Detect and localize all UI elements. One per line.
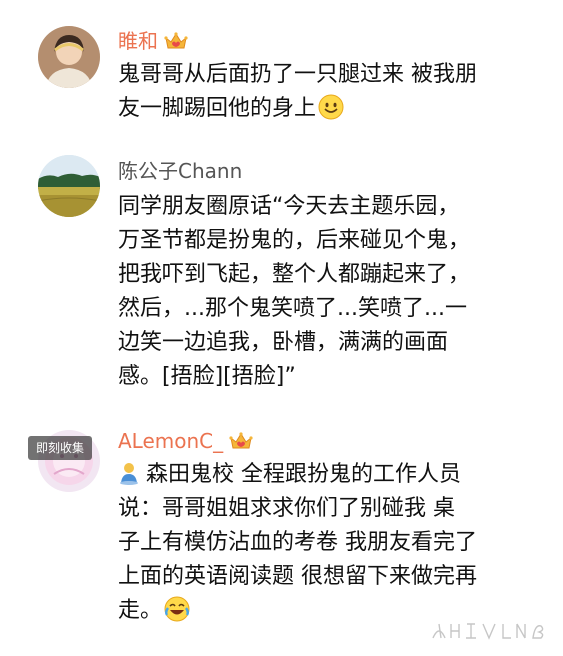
- comment-item: 睢和 鬼哥哥从后面扔了一只腿过来 被我朋 友一脚踢回他的身上: [0, 0, 563, 140]
- comment-line-text: 走。: [118, 598, 163, 623]
- comment-header: ALemonC_: [118, 426, 253, 456]
- comment-line: 说：哥哥姐姐求求你们了别碰我 桌: [118, 496, 455, 521]
- collect-badge[interactable]: 即刻收集: [28, 436, 92, 460]
- comment-header: 陈公子Chann: [118, 156, 242, 186]
- comment-line: 同学朋友圈原话“今天去主题乐园，: [118, 194, 460, 219]
- comment-line-text: 友一脚踢回他的身上: [118, 96, 317, 121]
- comment-header: 睢和: [118, 26, 188, 56]
- comment-item: 陈公子Chann 同学朋友圈原话“今天去主题乐园， 万圣节都是扮鬼的，后来碰见个…: [0, 140, 563, 420]
- avatar-image: [38, 155, 100, 217]
- comment-line-with-icon: 森田鬼校 全程跟扮鬼的工作人员: [118, 458, 510, 492]
- comment-line: 把我吓到飞起，整个人都蹦起来了，: [118, 262, 471, 287]
- comment-text: 鬼哥哥从后面扔了一只腿过来 被我朋 友一脚踢回他的身上: [118, 58, 510, 126]
- comment-text: 同学朋友圈原话“今天去主题乐园， 万圣节都是扮鬼的，后来碰见个鬼， 把我吓到飞起…: [118, 190, 510, 394]
- comment-line-text: 森田鬼校 全程跟扮鬼的工作人员: [146, 462, 461, 487]
- watermark-logo: [429, 618, 549, 644]
- comment-text: 森田鬼校 全程跟扮鬼的工作人员 说：哥哥姐姐求求你们了别碰我 桌 子上有模仿沾血…: [118, 458, 510, 628]
- avatar[interactable]: [38, 26, 100, 88]
- location-person-icon: [118, 461, 140, 485]
- avatar-image: [38, 26, 100, 88]
- comment-line: 边笑一边追我，卧槽，满满的画面: [118, 330, 449, 355]
- avatar[interactable]: [38, 155, 100, 217]
- comment-line: 子上有模仿沾血的考卷 我朋友看完了: [118, 530, 477, 555]
- comment-line: 鬼哥哥从后面扔了一只腿过来 被我朋: [118, 62, 477, 87]
- username[interactable]: 陈公子Chann: [118, 156, 242, 186]
- vip-crown-icon: [229, 430, 253, 452]
- username[interactable]: 睢和: [118, 26, 158, 56]
- comment-line-with-emoji: 友一脚踢回他的身上: [118, 92, 510, 126]
- comment-line: 上面的英语阅读题 很想留下来做完再: [118, 564, 477, 589]
- comment-line: 然后，...那个鬼笑喷了...笑喷了...一: [118, 296, 467, 321]
- vip-crown-icon: [164, 30, 188, 52]
- laugh-cry-emoji-icon: [164, 596, 190, 622]
- username[interactable]: ALemonC_: [118, 426, 223, 456]
- smile-emoji-icon: [318, 94, 344, 120]
- comment-line: 感。[捂脸][捂脸]”: [118, 364, 296, 389]
- comment-line: 万圣节都是扮鬼的，后来碰见个鬼，: [118, 228, 471, 253]
